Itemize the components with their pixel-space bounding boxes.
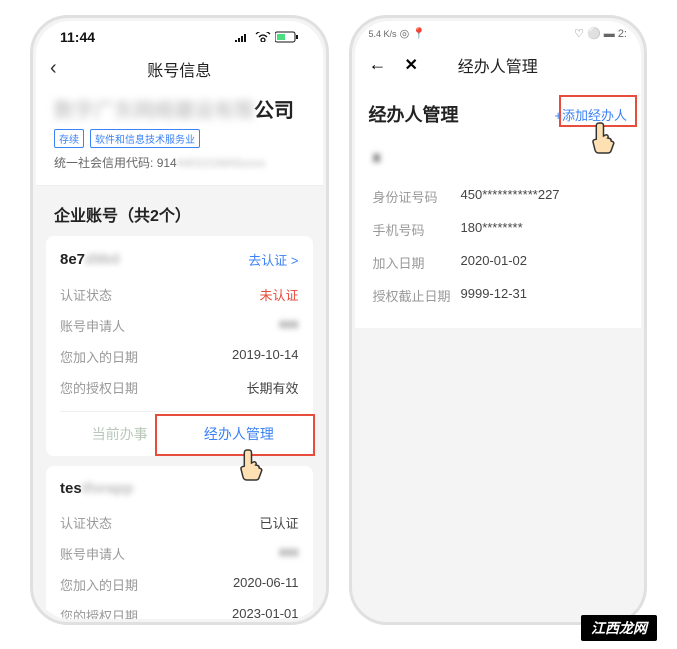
page-title: 账号信息 <box>147 57 211 81</box>
close-icon[interactable]: ✕ <box>405 55 418 75</box>
pointer-hand-icon <box>587 119 617 157</box>
row-applicant: 账号申请人 xxx <box>60 310 299 341</box>
card-head: testforapp <box>60 480 299 507</box>
credit-code: 统一社会信用代码: 914440101MA5xxxx <box>54 154 305 171</box>
account-id: testforapp <box>60 480 133 497</box>
tag-status: 存续 <box>54 129 84 148</box>
status-icons <box>235 31 299 43</box>
company-name: 数字广东网络建设有限公司 <box>54 94 305 123</box>
back-icon[interactable]: ‹ <box>50 57 57 80</box>
verify-link[interactable]: 去认证 > <box>248 250 298 269</box>
person-name: x <box>373 143 624 170</box>
phone-left: 11:44 ‹ 账号信息 数字广东网络建设有限公司 存续 软件和信息技术服务业 <box>30 15 329 625</box>
watermark: 江西龙网 <box>581 615 657 641</box>
row-auth-status: 认证状态 已认证 <box>60 507 299 538</box>
pointer-hand-icon <box>235 446 265 484</box>
status-bar: 11:44 <box>36 21 323 49</box>
status-bar: 5.4 K/s ◎ 📍 ♡ ⚪ ▬ 2: <box>355 21 642 44</box>
row-phone: 手机号码 180******** <box>373 213 624 246</box>
row-auth-end: 授权截止日期 9999-12-31 <box>373 279 624 312</box>
back-icon[interactable]: ← <box>369 54 387 75</box>
row-id-number: 身份证号码 450***********227 <box>373 180 624 213</box>
row-auth-date: 您的授权日期 长期有效 <box>60 372 299 403</box>
header: ‹ 账号信息 <box>36 49 323 90</box>
row-join-date: 您加入的日期 2020-06-11 <box>60 569 299 600</box>
section-title: 企业账号（共2个） <box>36 186 323 236</box>
row-auth-date: 您的授权日期 2023-01-01 <box>60 600 299 619</box>
sub-header: 经办人管理 +添加经办人 <box>355 85 642 135</box>
account-id: 8e7d9b0 <box>60 251 120 268</box>
tags: 存续 软件和信息技术服务业 <box>54 129 305 148</box>
status-left: 5.4 K/s ◎ 📍 <box>369 27 426 40</box>
status-time: 11:44 <box>60 29 95 45</box>
tag-industry: 软件和信息技术服务业 <box>90 129 200 148</box>
card-head: 8e7d9b0 去认证 > <box>60 250 299 279</box>
sub-header-title: 经办人管理 <box>369 101 459 127</box>
person-card: x 身份证号码 450***********227 手机号码 180******… <box>355 135 642 328</box>
company-block: 数字广东网络建设有限公司 存续 软件和信息技术服务业 统一社会信用代码: 914… <box>36 90 323 186</box>
current-action[interactable]: 当前办事 <box>60 412 179 456</box>
account-card-1: 8e7d9b0 去认证 > 认证状态 未认证 账号申请人 xxx 您加入的日期 … <box>46 236 313 456</box>
row-join-date: 您加入的日期 2019-10-14 <box>60 341 299 372</box>
account-card-2: testforapp 认证状态 已认证 账号申请人 xxx 您加入的日期 202… <box>46 466 313 619</box>
page-title: 经办人管理 <box>458 53 538 77</box>
row-auth-status: 认证状态 未认证 <box>60 279 299 310</box>
row-join-date: 加入日期 2020-01-02 <box>373 246 624 279</box>
phone-right: 5.4 K/s ◎ 📍 ♡ ⚪ ▬ 2: ← ✕ 经办人管理 经办人管理 +添加… <box>349 15 648 625</box>
row-applicant: 账号申请人 xxx <box>60 538 299 569</box>
header: ← ✕ 经办人管理 <box>355 44 642 85</box>
status-right: ♡ ⚪ ▬ 2: <box>574 27 627 40</box>
